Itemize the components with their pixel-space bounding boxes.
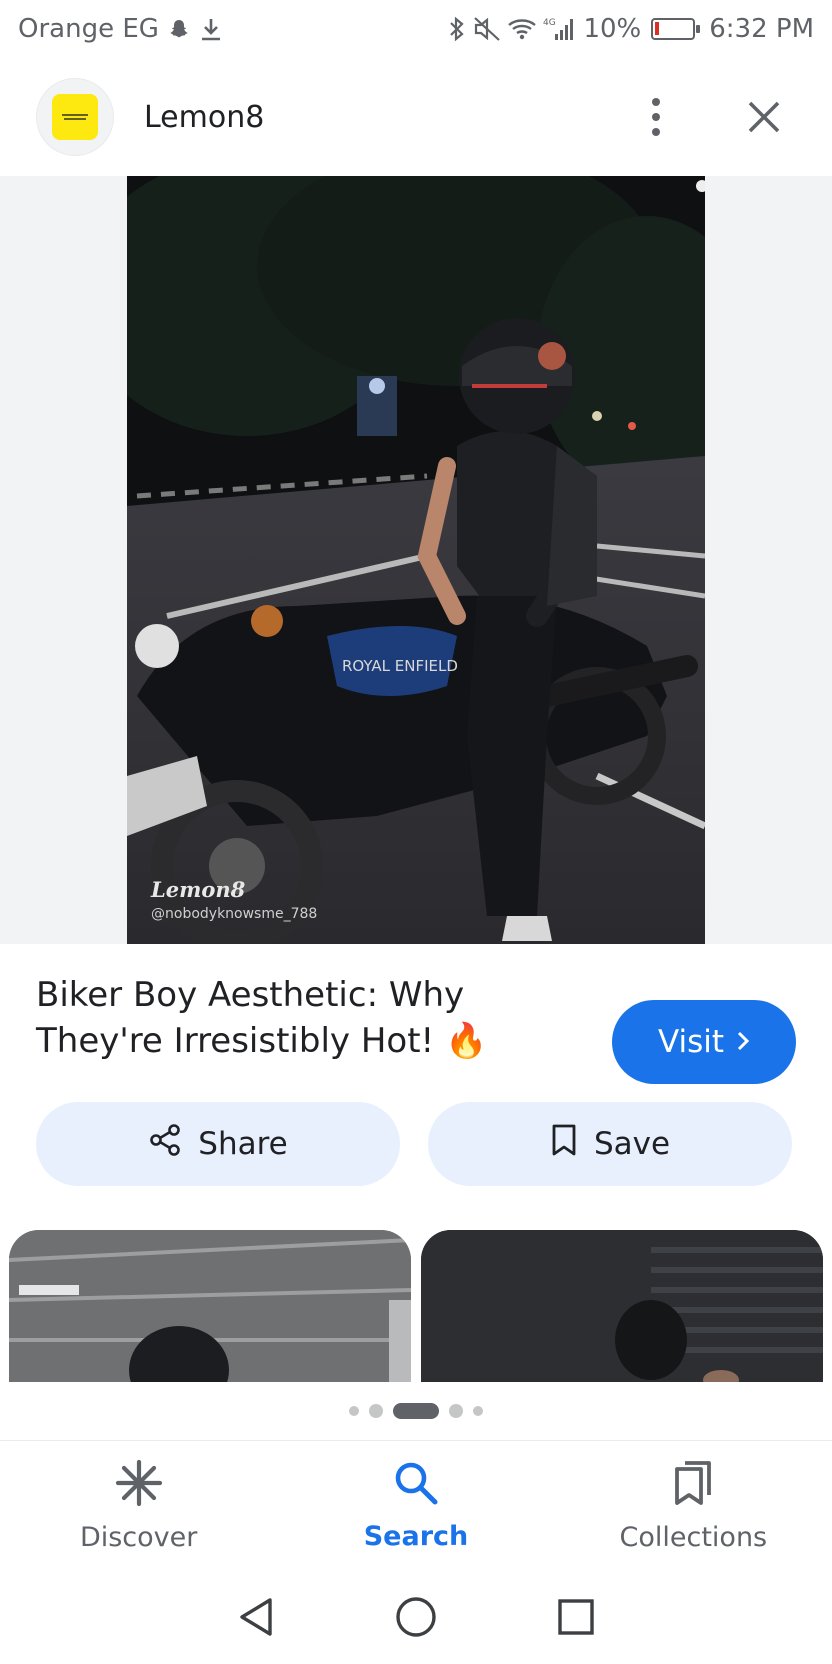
close-icon[interactable] bbox=[732, 85, 796, 149]
related-image-card[interactable] bbox=[9, 1230, 411, 1382]
image-watermark: Lemon8 @nobodyknowsme_788 bbox=[151, 877, 317, 922]
related-images bbox=[0, 1230, 832, 1382]
discover-asterisk-icon bbox=[115, 1459, 163, 1514]
biker-photo-illustration: ROYAL ENFIELD bbox=[127, 176, 705, 944]
hero-image[interactable]: ROYAL ENFIELD Lemon8 @nobodyknowsme_788 bbox=[127, 176, 705, 944]
share-button[interactable]: Share bbox=[36, 1102, 400, 1186]
clock: 6:32 PM bbox=[709, 14, 814, 44]
nav-collections-label: Collections bbox=[619, 1521, 768, 1553]
svg-text:4G: 4G bbox=[543, 18, 556, 28]
nav-search[interactable]: Search bbox=[286, 1441, 546, 1570]
parking-garage-photo bbox=[9, 1230, 411, 1382]
share-icon bbox=[148, 1123, 182, 1165]
garage-door-photo bbox=[421, 1230, 823, 1382]
save-label: Save bbox=[593, 1126, 671, 1162]
watermark-logo: Lemon8 bbox=[151, 877, 246, 902]
page-dot[interactable] bbox=[369, 1404, 383, 1418]
page-dot-active[interactable] bbox=[393, 1403, 439, 1419]
page-dot[interactable] bbox=[449, 1404, 463, 1418]
app-header: Lemon8 bbox=[0, 58, 832, 176]
tank-logo-text: ROYAL ENFIELD bbox=[342, 657, 458, 675]
page-dot[interactable] bbox=[473, 1406, 483, 1416]
nav-collections[interactable]: Collections bbox=[563, 1441, 823, 1570]
home-circle-icon[interactable] bbox=[386, 1587, 446, 1647]
share-label: Share bbox=[198, 1126, 288, 1162]
back-triangle-icon[interactable] bbox=[226, 1587, 286, 1647]
action-row: Share Save bbox=[36, 1102, 792, 1186]
system-navigation-bar bbox=[0, 1570, 832, 1664]
signal-icon: 4G bbox=[543, 16, 577, 42]
battery-icon bbox=[651, 18, 701, 40]
lemon8-logo-icon bbox=[36, 78, 114, 156]
nav-search-label: Search bbox=[363, 1520, 469, 1552]
lemon8-logo-badge bbox=[52, 94, 98, 140]
search-icon bbox=[393, 1460, 439, 1513]
visit-button[interactable]: Visit bbox=[612, 1000, 796, 1084]
image-viewer: ROYAL ENFIELD Lemon8 @nobodyknowsme_788 bbox=[0, 176, 832, 944]
carrier-name: Orange EG bbox=[18, 14, 159, 44]
visit-label: Visit bbox=[657, 1024, 725, 1060]
chevron-right-icon bbox=[736, 1024, 750, 1060]
page-dot[interactable] bbox=[349, 1406, 359, 1416]
collections-bookmark-icon bbox=[671, 1459, 715, 1514]
snapchat-icon bbox=[167, 17, 191, 41]
battery-fill bbox=[655, 22, 659, 35]
app-title: Lemon8 bbox=[144, 99, 265, 135]
download-icon bbox=[199, 16, 223, 42]
bluetooth-icon bbox=[447, 16, 467, 42]
more-vert-icon[interactable] bbox=[624, 85, 688, 149]
status-bar: Orange EG 4G 10% 6:32 PM bbox=[0, 0, 832, 58]
nav-discover-label: Discover bbox=[79, 1521, 198, 1553]
watermark-handle: @nobodyknowsme_788 bbox=[151, 906, 318, 922]
bookmark-icon bbox=[550, 1123, 578, 1165]
nav-discover[interactable]: Discover bbox=[9, 1441, 269, 1570]
bottom-navigation: Discover Search Collections bbox=[0, 1440, 832, 1570]
recents-square-icon[interactable] bbox=[546, 1587, 606, 1647]
wifi-icon bbox=[507, 17, 537, 41]
mute-icon bbox=[473, 16, 501, 42]
battery-percent: 10% bbox=[583, 14, 642, 44]
related-image-card[interactable] bbox=[421, 1230, 823, 1382]
save-button[interactable]: Save bbox=[428, 1102, 792, 1186]
carousel-page-indicator bbox=[0, 1400, 832, 1422]
post-title: Biker Boy Aesthetic: Why They're Irresis… bbox=[36, 975, 488, 1061]
post-info: Biker Boy Aesthetic: Why They're Irresis… bbox=[0, 944, 832, 1094]
